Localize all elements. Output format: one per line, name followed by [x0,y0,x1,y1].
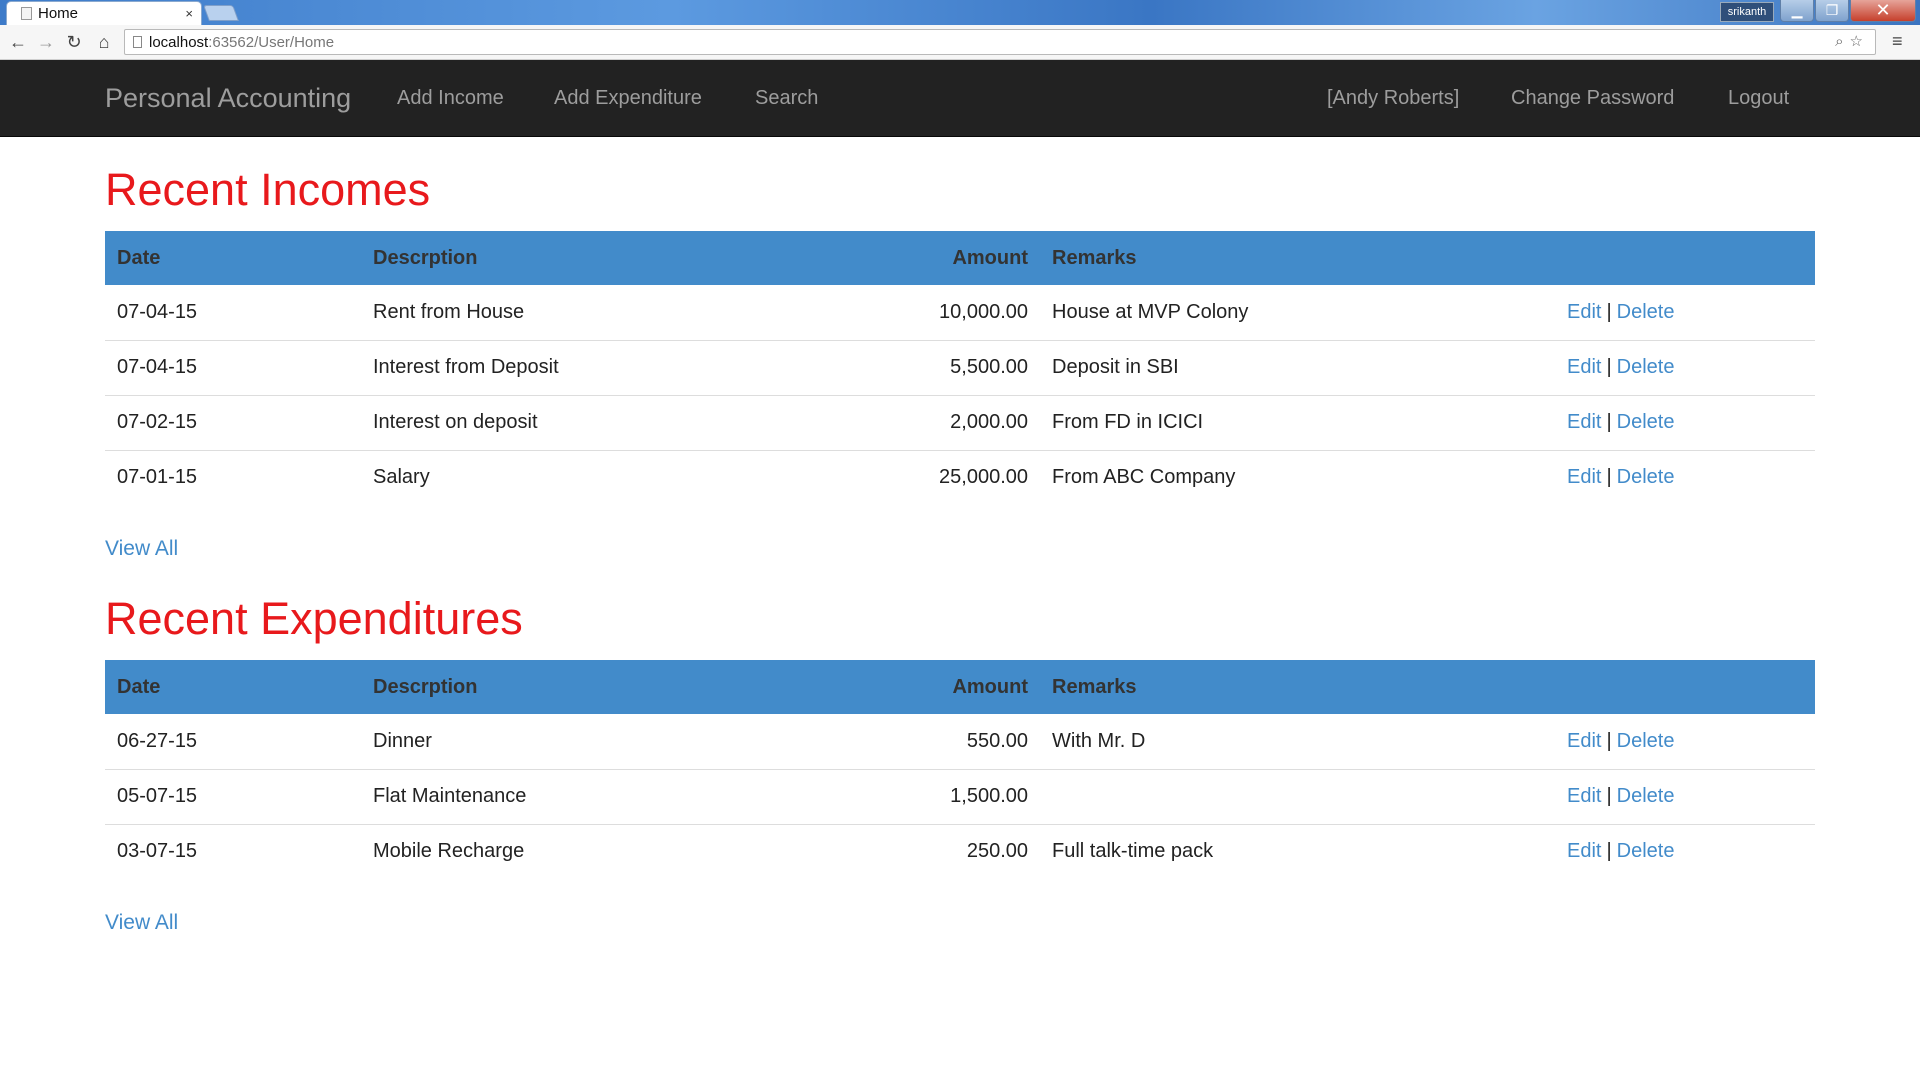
action-separator: | [1606,840,1612,863]
cell-description: Interest on deposit [361,394,723,450]
table-row: 07-01-15 Salary 25,000.00 From ABC Compa… [105,449,1815,505]
header-remarks: Remarks [1040,660,1555,714]
cell-amount: 10,000.00 [939,300,1028,323]
delete-link[interactable]: Delete [1617,840,1675,862]
cell-amount: 550.00 [966,729,1028,752]
cell-actions: Edit | Delete [1555,823,1815,879]
cell-description: Mobile Recharge [361,823,723,879]
action-separator: | [1606,356,1612,378]
incomes-table: Date Descrption Amount Remarks 07-04-15 … [105,231,1815,505]
cell-amount: 250.00 [723,823,1040,879]
header-description: Descrption [361,660,723,714]
cell-date: 03-07-15 [105,823,361,879]
action-separator: | [1606,300,1612,323]
header-amount: Amount [723,231,1040,285]
table-row: 07-04-15 Interest from Deposit 5,500.00 … [105,339,1815,395]
cell-remarks: From FD in ICICI [1040,394,1555,450]
cell-description: Flat Maintenance [361,768,723,824]
edit-link[interactable]: Edit [1567,840,1601,862]
cell-actions: Edit | Delete [1555,449,1815,505]
header-remarks: Remarks [1040,231,1555,285]
action-separator: | [1606,785,1612,807]
delete-link[interactable]: Delete [1617,356,1675,378]
bookmark-star-icon[interactable]: ☆ [1850,33,1869,50]
close-window-button[interactable]: ✕ [1850,0,1916,22]
cell-remarks: With Mr. D [1052,729,1146,752]
cell-amount: 2,000.00 [723,394,1040,450]
cell-date: 07-01-15 [105,449,361,505]
cell-description: Interest from Deposit [361,339,723,395]
header-description: Descrption [361,231,723,285]
expenditures-title: Recent Expenditures [105,593,523,644]
cell-actions: Edit | Delete [1555,768,1815,824]
back-arrow-icon[interactable]: ← [6,32,30,52]
cell-remarks: From ABC Company [1040,449,1555,505]
cell-description: Dinner [373,729,432,752]
header-actions [1555,231,1815,285]
cell-remarks [1040,768,1555,824]
browser-menu-icon[interactable]: ≡ [1892,31,1903,52]
action-separator: | [1606,466,1612,489]
delete-link[interactable]: Delete [1617,466,1675,488]
delete-link[interactable]: Delete [1617,785,1675,807]
cell-description: Salary [361,449,723,505]
expenditures-table: Date Descrption Amount Remarks 06-27-15 … [105,660,1815,879]
header-actions [1555,660,1815,714]
delete-link[interactable]: Delete [1617,301,1675,323]
delete-link[interactable]: Delete [1617,730,1675,752]
action-separator: | [1606,411,1612,433]
header-amount: Amount [723,660,1040,714]
table-header-row: Date Descrption Amount Remarks [105,231,1815,285]
edit-link[interactable]: Edit [1567,301,1601,323]
cell-amount: 1,500.00 [723,768,1040,824]
cell-actions: Edit | Delete [1555,714,1815,769]
cell-date: 05-07-15 [105,768,361,824]
table-row: 07-04-15 Rent from House 10,000.00 House… [105,285,1815,340]
delete-link[interactable]: Delete [1617,411,1675,433]
cell-remarks: Full talk-time pack [1040,823,1555,879]
page-favicon-icon [21,7,32,20]
maximize-window-button[interactable]: ❐ [1815,0,1849,22]
action-separator: | [1606,729,1612,752]
cell-actions: Edit | Delete [1555,285,1815,340]
cell-remarks: Deposit in SBI [1040,339,1555,395]
edit-link[interactable]: Edit [1567,466,1601,488]
main-content: Recent Incomes Date Descrption Amount Re… [105,0,1815,1080]
cell-remarks: House at MVP Colony [1052,300,1249,323]
header-date: Date [105,660,361,714]
cell-date: 07-04-15 [105,339,361,395]
table-row: 06-27-15 Dinner 550.00 With Mr. D Edit | D… [105,714,1815,769]
edit-link[interactable]: Edit [1567,730,1601,752]
expenditures-view-all-link[interactable]: View All [105,911,178,935]
reload-icon[interactable]: ↻ [62,32,86,52]
cell-amount: 5,500.00 [723,339,1040,395]
forward-arrow-icon[interactable]: → [34,32,58,52]
cell-description: Rent from House [373,300,525,323]
table-row: 07-02-15 Interest on deposit 2,000.00 Fr… [105,394,1815,450]
edit-link[interactable]: Edit [1567,356,1601,378]
table-header-row: Date Descrption Amount Remarks [105,660,1815,714]
cell-date: 07-02-15 [105,394,361,450]
table-row: 05-07-15 Flat Maintenance 1,500.00 Edit |… [105,768,1815,824]
incomes-title: Recent Incomes [105,164,431,215]
cell-amount: 25,000.00 [723,449,1040,505]
edit-link[interactable]: Edit [1567,411,1601,433]
cell-date: 06-27-15 [117,729,198,752]
edit-link[interactable]: Edit [1567,785,1601,807]
header-date: Date [105,231,361,285]
zoom-icon[interactable]: ⌕ [1835,33,1849,50]
table-row: 03-07-15 Mobile Recharge 250.00 Full tal… [105,823,1815,879]
cell-actions: Edit | Delete [1555,394,1815,450]
cell-date: 07-04-15 [117,300,198,323]
incomes-view-all-link[interactable]: View All [105,537,178,561]
cell-actions: Edit | Delete [1555,339,1815,395]
